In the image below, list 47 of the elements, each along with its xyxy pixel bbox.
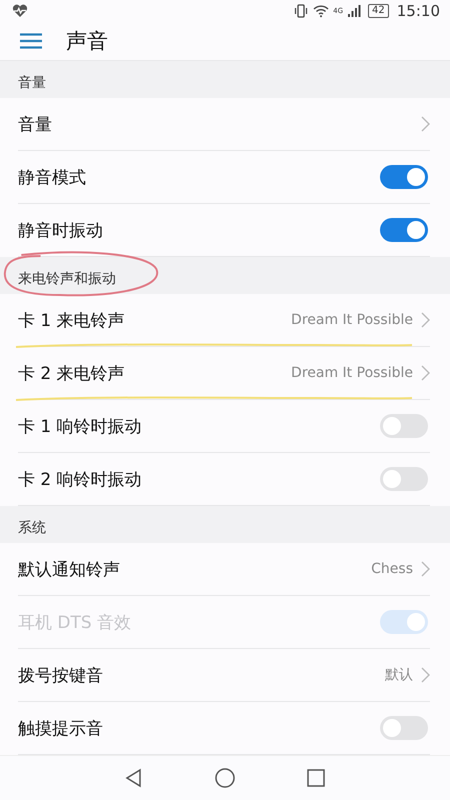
signal-icon [347, 4, 362, 18]
row-value: Dream It Possible [291, 312, 413, 328]
row-value: 默认 [385, 666, 413, 684]
section-title: 系统 [18, 519, 46, 537]
row-label: 静音时振动 [18, 220, 104, 242]
row-label: 静音模式 [18, 166, 87, 188]
menu-icon [20, 32, 42, 48]
chevron-icon [421, 312, 430, 328]
toggle-switch[interactable] [380, 218, 428, 242]
row-label: 卡 1 响铃时振动 [18, 416, 143, 438]
toggle-switch[interactable] [380, 414, 428, 438]
row-label: 音量 [18, 114, 53, 136]
back-button[interactable] [124, 768, 144, 788]
heart-pulse-icon [12, 4, 28, 18]
settings-row[interactable]: 静音模式 [18, 151, 430, 204]
settings-row[interactable]: 卡 1 来电铃声 Dream It Possible [18, 294, 430, 347]
row-value: Chess [371, 561, 413, 577]
toggle-switch[interactable] [380, 165, 428, 189]
row-label: 耳机 DTS 音效 [18, 612, 132, 634]
section-title: 音量 [18, 74, 46, 92]
chevron-icon [421, 561, 430, 577]
menu-button[interactable] [20, 32, 42, 48]
section-title: 来电铃声和振动 [18, 270, 116, 288]
row-label: 拨号按键音 [18, 664, 104, 686]
page-title: 声音 [66, 28, 108, 54]
row-label: 默认通知铃声 [18, 558, 121, 580]
settings-row[interactable]: 音量 [18, 98, 430, 151]
settings-row[interactable]: 卡 1 响铃时振动 [18, 400, 430, 453]
vibrate-icon [293, 4, 310, 18]
recents-button[interactable] [306, 768, 326, 788]
settings-row[interactable]: 拨号按键音 默认 [18, 649, 430, 702]
toggle-switch[interactable] [380, 467, 428, 491]
wifi-icon [313, 4, 330, 18]
battery-level: 42 [368, 4, 389, 18]
chevron-icon [421, 116, 430, 132]
row-label: 卡 2 响铃时振动 [18, 468, 143, 490]
row-value: Dream It Possible [291, 365, 413, 381]
row-label: 卡 2 来电铃声 [18, 362, 126, 384]
home-button[interactable] [214, 767, 236, 789]
chevron-icon [421, 365, 430, 381]
toggle-switch[interactable] [380, 716, 428, 740]
chevron-icon [421, 667, 430, 683]
settings-row[interactable]: 卡 2 来电铃声 Dream It Possible [18, 347, 430, 400]
settings-row[interactable]: 默认通知铃声 Chess [18, 543, 430, 596]
clock: 15:10 [396, 2, 440, 20]
row-label: 卡 1 来电铃声 [18, 310, 126, 332]
row-label: 触摸提示音 [18, 718, 104, 740]
